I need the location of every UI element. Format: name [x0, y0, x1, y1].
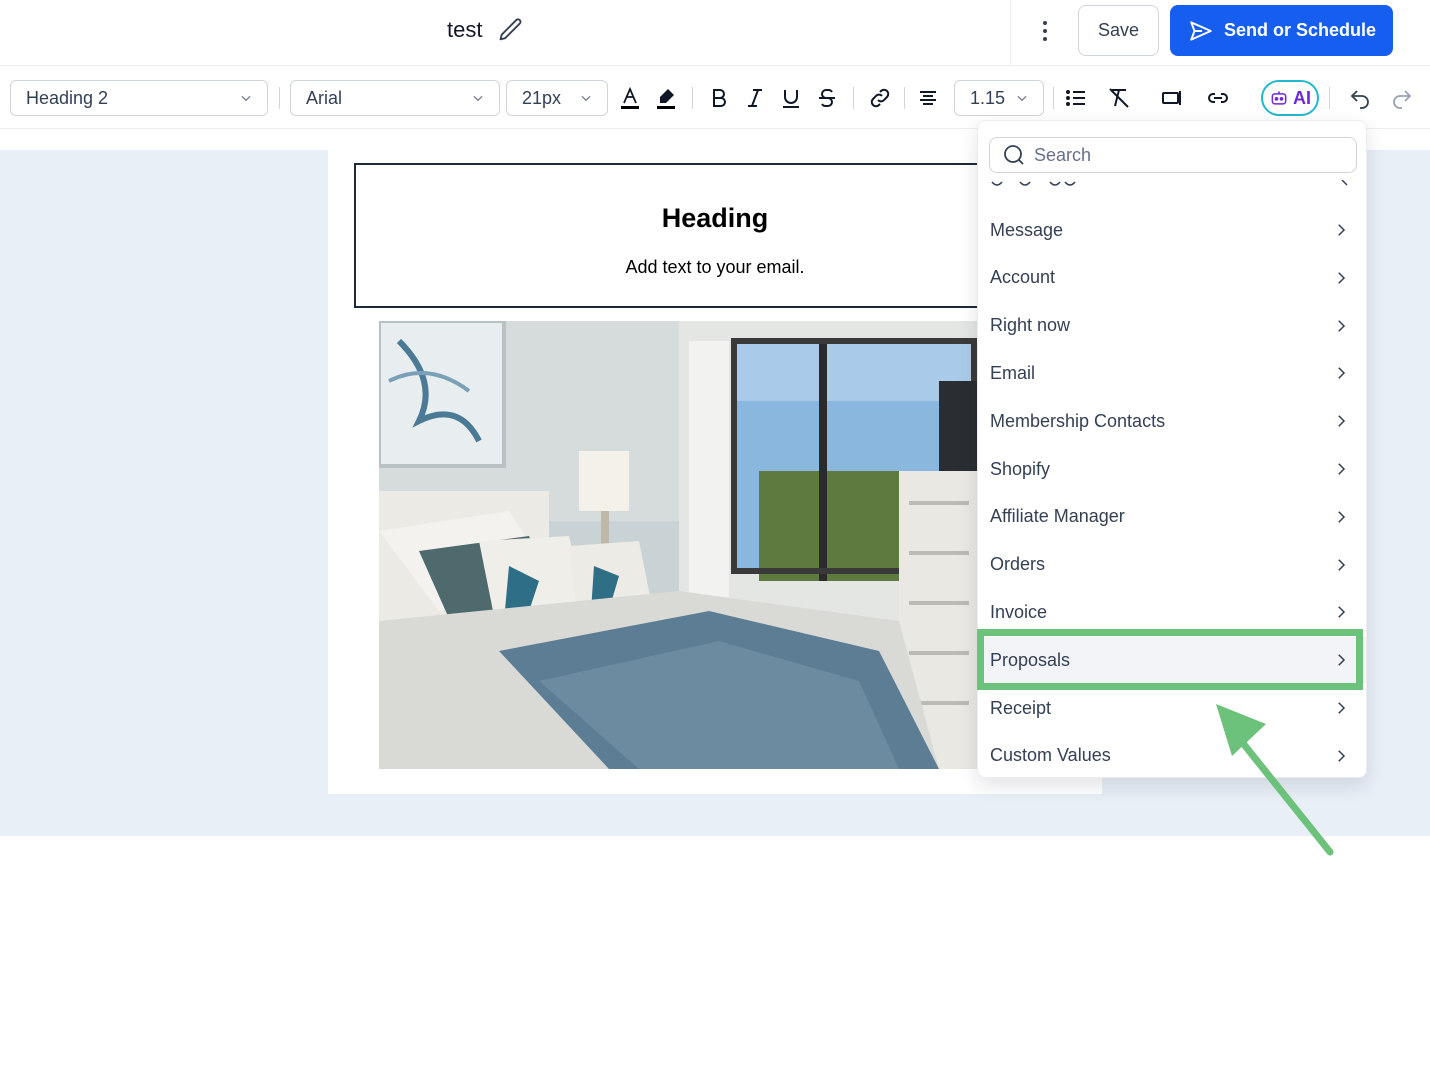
robot-icon: [1271, 91, 1287, 105]
scrolled-item-remnant: [990, 179, 1360, 191]
chevron-right-icon: [1338, 367, 1346, 380]
font-size-select[interactable]: 21px: [506, 80, 608, 116]
menu-item-shopify[interactable]: Shopify: [978, 446, 1366, 492]
search-icon: [1004, 145, 1024, 165]
link-icon[interactable]: [866, 84, 894, 112]
block-type-select[interactable]: Heading 2: [10, 80, 268, 116]
line-height-value: 1.15: [970, 87, 1006, 108]
undo-icon[interactable]: [1346, 84, 1374, 112]
block-type-value: Heading 2: [26, 87, 109, 108]
menu-item-email[interactable]: Email: [978, 350, 1366, 396]
document-title[interactable]: test: [447, 17, 482, 43]
redo-icon[interactable]: [1388, 84, 1416, 112]
toolbar-divider: [1053, 87, 1054, 109]
toolbar-divider: [692, 87, 693, 109]
header-divider: [1010, 0, 1011, 66]
menu-item-invoice[interactable]: Invoice: [978, 589, 1366, 635]
chevron-right-icon: [1338, 511, 1346, 523]
more-options-icon[interactable]: [1032, 15, 1058, 47]
toolbar-divider: [904, 87, 905, 109]
send-icon: [1190, 20, 1212, 41]
font-family-select[interactable]: Arial: [290, 80, 500, 116]
menu-item-proposals[interactable]: Proposals: [978, 637, 1366, 684]
menu-item-message[interactable]: Message: [978, 207, 1366, 253]
chevron-right-icon: [1338, 702, 1346, 714]
send-or-schedule-button[interactable]: Send or Schedule: [1170, 5, 1393, 56]
save-button[interactable]: Save: [1078, 5, 1159, 56]
highlight-color-icon[interactable]: [652, 84, 680, 112]
toolbar-divider: [853, 87, 854, 109]
menu-item-label: Email: [990, 362, 1036, 383]
menu-item-label: Shopify: [990, 458, 1051, 479]
chevron-down-icon: [473, 95, 483, 102]
menu-item-orders[interactable]: Orders: [978, 542, 1366, 588]
send-button-label: Send or Schedule: [1224, 20, 1377, 40]
menu-item-label: Affiliate Manager: [990, 506, 1125, 527]
chevron-down-icon: [581, 95, 591, 102]
menu-item-label: Account: [990, 267, 1056, 288]
clear-formatting-icon[interactable]: [1105, 84, 1133, 112]
italic-icon[interactable]: [741, 84, 769, 112]
line-height-select[interactable]: 1.15: [954, 80, 1044, 116]
chevron-right-icon: [1338, 319, 1346, 332]
heading-block[interactable]: Heading Add text to your email.: [354, 163, 1076, 308]
menu-item-label: Receipt: [990, 697, 1052, 718]
merge-field-dropdown: Message Account Right now Email Membership C…: [977, 120, 1367, 778]
insert-link-icon[interactable]: [1204, 84, 1232, 112]
menu-item-right-now[interactable]: Right now: [978, 303, 1366, 349]
chevron-right-icon: [1338, 558, 1346, 571]
bullet-list-icon[interactable]: [1062, 84, 1090, 112]
menu-item-custom-values[interactable]: Custom Values: [978, 733, 1366, 777]
menu-item-label: Invoice: [990, 601, 1048, 622]
menu-item-account[interactable]: Account: [978, 255, 1366, 301]
menu-item-label: Custom Values: [990, 745, 1111, 766]
chevron-right-icon: [1338, 654, 1346, 666]
email-subtext[interactable]: Add text to your email.: [356, 257, 1074, 278]
dropdown-search[interactable]: [989, 137, 1357, 173]
text-color-icon[interactable]: [616, 84, 644, 112]
insert-button-icon[interactable]: [1158, 84, 1186, 112]
font-size-value: 21px: [522, 87, 562, 108]
menu-item-label: Membership Contacts: [990, 410, 1166, 431]
menu-item-label: Message: [990, 219, 1064, 240]
toolbar-divider: [1329, 87, 1330, 109]
align-center-icon[interactable]: [914, 84, 942, 112]
search-input[interactable]: [1034, 144, 1334, 166]
top-bar: test Save Send or Schedule: [0, 0, 1430, 66]
ai-assistant-button[interactable]: AI: [1261, 80, 1319, 116]
chevron-down-icon: [1017, 95, 1027, 102]
chevron-right-icon: [1338, 750, 1346, 762]
menu-item-membership-contacts[interactable]: Membership Contacts: [978, 398, 1366, 444]
email-heading[interactable]: Heading: [356, 203, 1074, 234]
chevron-right-icon: [1338, 272, 1346, 284]
menu-item-label: Right now: [990, 315, 1071, 336]
ai-label: AI: [1293, 87, 1311, 108]
menu-item-affiliate-manager[interactable]: Affiliate Manager: [978, 494, 1366, 540]
menu-item-label: Orders: [990, 554, 1046, 575]
chevron-right-icon: [1338, 415, 1346, 427]
chevron-down-icon: [241, 95, 251, 102]
bold-icon[interactable]: [705, 84, 733, 112]
chevron-right-icon: [1338, 463, 1346, 475]
edit-title-icon[interactable]: [497, 16, 525, 44]
strikethrough-icon[interactable]: [813, 84, 841, 112]
toolbar-divider: [279, 87, 280, 109]
menu-item-label: Proposals: [990, 649, 1071, 670]
underline-icon[interactable]: [777, 84, 805, 112]
font-family-value: Arial: [306, 87, 343, 108]
chevron-right-icon: [1338, 606, 1346, 619]
menu-item-receipt[interactable]: Receipt: [978, 685, 1366, 731]
chevron-right-icon: [1338, 224, 1346, 236]
